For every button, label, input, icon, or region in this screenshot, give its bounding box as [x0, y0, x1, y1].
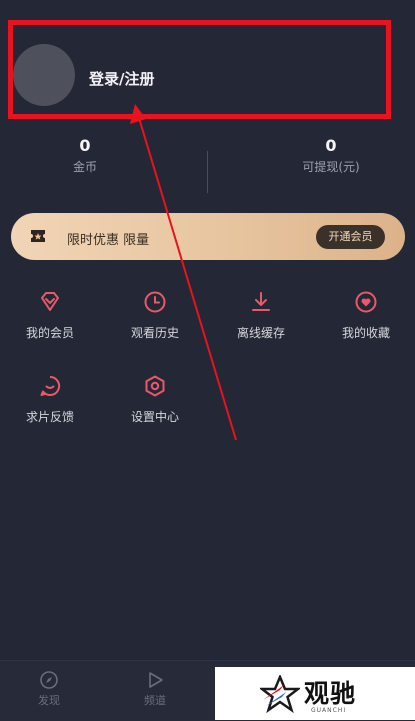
menu-my-favorites[interactable]: 我的收藏 — [321, 290, 411, 341]
menu-label: 求片反馈 — [25, 410, 74, 424]
ticket-icon — [31, 230, 45, 242]
download-icon — [252, 292, 270, 311]
tab-label: 发现 — [38, 694, 60, 707]
watermark-subtitle: GUANCHI — [311, 707, 347, 714]
annotation-highlight-box — [8, 20, 391, 119]
tab-channels[interactable]: 频道 — [125, 670, 185, 708]
withdrawable-label: 可提现(元) — [302, 160, 360, 174]
menu-label: 我的收藏 — [341, 326, 390, 340]
coins-value: 0 — [79, 136, 91, 155]
stats-divider — [207, 151, 208, 193]
menu-label: 我的会员 — [25, 326, 74, 340]
withdrawable-value: 0 — [325, 136, 337, 155]
menu-my-membership[interactable]: 我的会员 — [5, 290, 95, 341]
clock-icon — [144, 291, 166, 313]
play-icon — [149, 672, 163, 688]
compass-icon — [40, 671, 58, 689]
diamond-icon — [41, 292, 59, 311]
coins-stat[interactable]: 0 金币 — [45, 136, 125, 175]
menu-label: 离线缓存 — [236, 326, 285, 340]
heart-icon — [355, 291, 377, 313]
menu-watch-history[interactable]: 观看历史 — [110, 290, 200, 341]
menu-label: 设置中心 — [130, 410, 179, 424]
menu-label: 观看历史 — [130, 326, 179, 340]
watermark-title: 观驰 — [304, 679, 357, 708]
open-vip-button[interactable]: 开通会员 — [316, 225, 385, 249]
withdrawable-stat[interactable]: 0 可提现(元) — [286, 136, 376, 175]
coins-label: 金币 — [72, 160, 97, 174]
tab-discover[interactable]: 发现 — [19, 670, 79, 708]
feedback-icon — [40, 375, 61, 396]
menu-settings[interactable]: 设置中心 — [110, 374, 200, 425]
settings-icon — [145, 375, 165, 397]
tab-label: 频道 — [144, 694, 166, 707]
menu-offline-cache[interactable]: 离线缓存 — [216, 290, 306, 341]
menu-request-feedback[interactable]: 求片反馈 — [5, 374, 95, 425]
vip-promo-text: 限时优惠 限量 — [67, 233, 150, 248]
star-logo-icon — [260, 675, 300, 713]
